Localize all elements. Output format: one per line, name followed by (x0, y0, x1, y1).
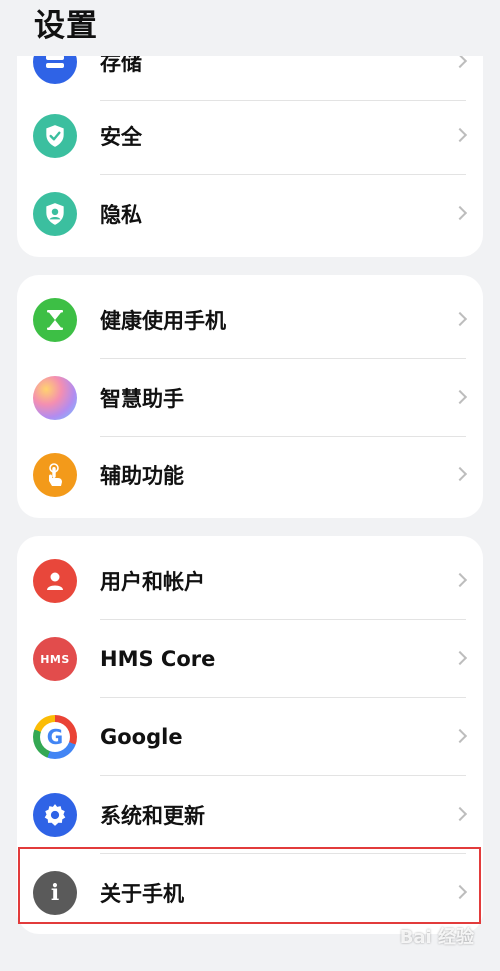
settings-item-label: HMS Core (100, 647, 216, 671)
settings-item-label: 系统和更新 (100, 804, 205, 828)
settings-item-label: 用户和帐户 (100, 570, 205, 594)
hms-icon: HMS (33, 637, 77, 681)
chevron-right-icon (452, 650, 468, 666)
settings-item-label: 辅助功能 (100, 464, 184, 488)
settings-item-smart-assistant[interactable]: 智慧助手 (17, 359, 483, 437)
settings-item-privacy[interactable]: 隐私 (17, 175, 483, 253)
chevron-right-icon (452, 728, 468, 744)
settings-item-label: 健康使用手机 (100, 309, 226, 333)
settings-item-hms-core[interactable]: HMS HMS Core (17, 620, 483, 698)
chevron-right-icon (452, 389, 468, 405)
page-title: 设置 (34, 8, 98, 44)
settings-group-1: 存储 安全 隐私 (17, 40, 483, 257)
gear-icon (33, 793, 77, 837)
highlight-box (18, 847, 481, 924)
chevron-right-icon (452, 311, 468, 327)
chevron-right-icon (452, 127, 468, 143)
settings-item-label: 智慧助手 (100, 387, 184, 411)
privacy-icon (33, 192, 77, 236)
hourglass-icon (33, 298, 77, 342)
chevron-right-icon (452, 466, 468, 482)
chevron-right-icon (452, 53, 468, 69)
settings-item-google[interactable]: G Google (17, 698, 483, 776)
chevron-right-icon (452, 806, 468, 822)
chevron-right-icon (452, 205, 468, 221)
settings-item-accessibility[interactable]: 辅助功能 (17, 436, 483, 514)
settings-item-label: 隐私 (100, 203, 142, 227)
settings-page: 设置 存储 安全 隐私 健康使用手机 智慧助手 辅助功能 用户和帐户 HMS H… (0, 0, 500, 971)
settings-item-system-update[interactable]: 系统和更新 (17, 776, 483, 854)
settings-item-users-accounts[interactable]: 用户和帐户 (17, 542, 483, 620)
settings-item-label: 安全 (100, 125, 142, 149)
settings-item-label: Google (100, 725, 183, 749)
settings-item-security[interactable]: 安全 (17, 97, 483, 175)
google-icon: G (33, 715, 77, 759)
chevron-right-icon (452, 572, 468, 588)
settings-item-digital-balance[interactable]: 健康使用手机 (17, 281, 483, 359)
settings-group-2: 健康使用手机 智慧助手 辅助功能 (17, 275, 483, 518)
smart-assistant-icon (33, 376, 77, 420)
hand-pointer-icon (33, 453, 77, 497)
watermark: Bai 经验 (399, 927, 474, 948)
header: 设置 (0, 0, 500, 56)
user-icon (33, 559, 77, 603)
shield-check-icon (33, 114, 77, 158)
